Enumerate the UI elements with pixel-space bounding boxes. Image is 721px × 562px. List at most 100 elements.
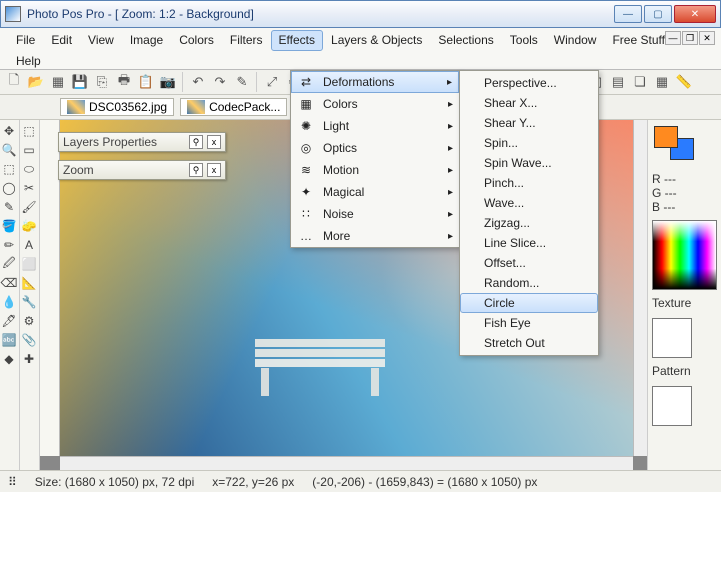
tool-button[interactable]: 📐 [20,274,38,292]
pin-icon[interactable]: ⚲ [189,163,203,177]
menu-layers-objects[interactable]: Layers & Objects [323,30,430,51]
tool-button[interactable]: ⬚ [0,160,18,178]
tool-button[interactable]: ◆ [0,350,18,368]
deform-item-stretch-out[interactable]: Stretch Out [460,333,598,353]
mdi-close-button[interactable]: ✕ [699,31,715,45]
deform-item-spin-wave[interactable]: Spin Wave... [460,153,598,173]
effects-item-motion[interactable]: ≋Motion▸ [291,159,459,181]
toolbar-button[interactable]: ↷ [210,72,230,92]
toolbar-button[interactable]: 💾 [70,72,90,92]
color-swatches[interactable] [652,126,717,166]
effects-item-colors[interactable]: ▦Colors▸ [291,93,459,115]
tool-button[interactable]: 🔧 [20,293,38,311]
deform-item-pinch[interactable]: Pinch... [460,173,598,193]
tool-button[interactable]: ⌫ [0,274,18,292]
menu-colors[interactable]: Colors [171,30,222,51]
deform-item-random[interactable]: Random... [460,273,598,293]
mdi-minimize-button[interactable]: — [665,31,681,45]
toolbar-button[interactable]: 📏 [674,72,694,92]
texture-swatch[interactable] [652,318,692,358]
tool-button[interactable]: ◯ [0,179,18,197]
tool-button[interactable]: A [20,236,38,254]
effects-item-optics[interactable]: ◎Optics▸ [291,137,459,159]
effects-item-deformations[interactable]: ⇄Deformations▸ [291,71,459,93]
toolbar-button[interactable]: ✎ [232,72,252,92]
tool-button[interactable]: ⬚ [20,122,38,140]
tool-button[interactable]: ⬜ [20,255,38,273]
close-icon[interactable]: x [207,163,221,177]
zoom-panel[interactable]: Zoom ⚲ x [58,160,226,180]
tool-button[interactable]: 🔤 [0,331,18,349]
maximize-button[interactable]: ▢ [644,5,672,23]
tool-button[interactable]: 📎 [20,331,38,349]
tool-button[interactable]: 🔍 [0,141,18,159]
toolbar-button[interactable]: 📂 [26,72,46,92]
menu-help[interactable]: Help [8,51,49,72]
deform-item-shear-x[interactable]: Shear X... [460,93,598,113]
deform-item-label: Zigzag... [484,216,530,230]
effects-item-magical[interactable]: ✦Magical▸ [291,181,459,203]
menu-effects[interactable]: Effects [271,30,323,51]
deform-item-line-slice[interactable]: Line Slice... [460,233,598,253]
pattern-swatch[interactable] [652,386,692,426]
tool-button[interactable]: ▭ [20,141,38,159]
tool-button[interactable]: 💧 [0,293,18,311]
menu-tools[interactable]: Tools [502,30,546,51]
tool-button[interactable]: 🖋 [0,312,18,330]
tool-button[interactable]: 🪣 [0,217,18,235]
effects-item-noise[interactable]: ∷Noise▸ [291,203,459,225]
menu-view[interactable]: View [80,30,122,51]
effects-item-more[interactable]: …More▸ [291,225,459,247]
deform-item-fish-eye[interactable]: Fish Eye [460,313,598,333]
tool-button[interactable]: 🖌 [20,198,38,216]
scrollbar-vertical[interactable] [633,120,647,456]
toolbar-button[interactable]: ▦ [652,72,672,92]
tool-button[interactable]: ✂ [20,179,38,197]
menu-edit[interactable]: Edit [43,30,80,51]
toolbar-button[interactable]: ↶ [188,72,208,92]
tool-button[interactable]: ✎ [0,198,18,216]
tool-button[interactable]: ✥ [0,122,18,140]
toolbar-button[interactable]: ▦ [48,72,68,92]
menu-image[interactable]: Image [122,30,171,51]
document-tab[interactable]: DSC03562.jpg [60,98,174,116]
deform-item-spin[interactable]: Spin... [460,133,598,153]
effects-item-light[interactable]: ✺Light▸ [291,115,459,137]
toolbar-button[interactable]: 🖶 [114,72,134,92]
menu-free-stuff[interactable]: Free Stuff [604,30,672,51]
tool-button[interactable]: 🧽 [20,217,38,235]
foreground-color[interactable] [654,126,678,148]
deform-item-circle[interactable]: Circle [460,293,598,313]
tool-button[interactable]: 🖉 [0,255,18,273]
menu-selections[interactable]: Selections [430,30,501,51]
toolbar-button[interactable]: ❏ [630,72,650,92]
tool-button[interactable]: ⬭ [20,160,38,178]
close-button[interactable]: ✕ [674,5,716,23]
toolbar-button[interactable]: ⤢ [262,72,282,92]
scrollbar-horizontal[interactable] [60,456,633,470]
deform-item-offset[interactable]: Offset... [460,253,598,273]
toolbar-button[interactable]: 🗋 [4,72,24,92]
document-tab[interactable]: CodecPack... [180,98,287,116]
toolbar-button[interactable]: 📋 [136,72,156,92]
menu-window[interactable]: Window [546,30,605,51]
toolbar-button[interactable]: 📷 [158,72,178,92]
mdi-restore-button[interactable]: ❐ [682,31,698,45]
deform-item-shear-y[interactable]: Shear Y... [460,113,598,133]
pin-icon[interactable]: ⚲ [189,135,203,149]
tool-button[interactable]: ✚ [20,350,38,368]
layers-properties-panel[interactable]: Layers Properties ⚲ x [58,132,226,152]
tool-button[interactable]: ✏ [0,236,18,254]
deform-item-zigzag[interactable]: Zigzag... [460,213,598,233]
tool-button[interactable]: ⚙ [20,312,38,330]
minimize-button[interactable]: — [614,5,642,23]
toolbar-button[interactable]: ⎘ [92,72,112,92]
color-picker[interactable] [652,220,717,290]
deform-item-wave[interactable]: Wave... [460,193,598,213]
deform-item-perspective[interactable]: Perspective... [460,73,598,93]
toolbar-button[interactable]: ▤ [608,72,628,92]
menu-filters[interactable]: Filters [222,30,271,51]
menu-file[interactable]: File [8,30,43,51]
close-icon[interactable]: x [207,135,221,149]
statusbar: ⠿ Size: (1680 x 1050) px, 72 dpi x=722, … [0,470,721,492]
